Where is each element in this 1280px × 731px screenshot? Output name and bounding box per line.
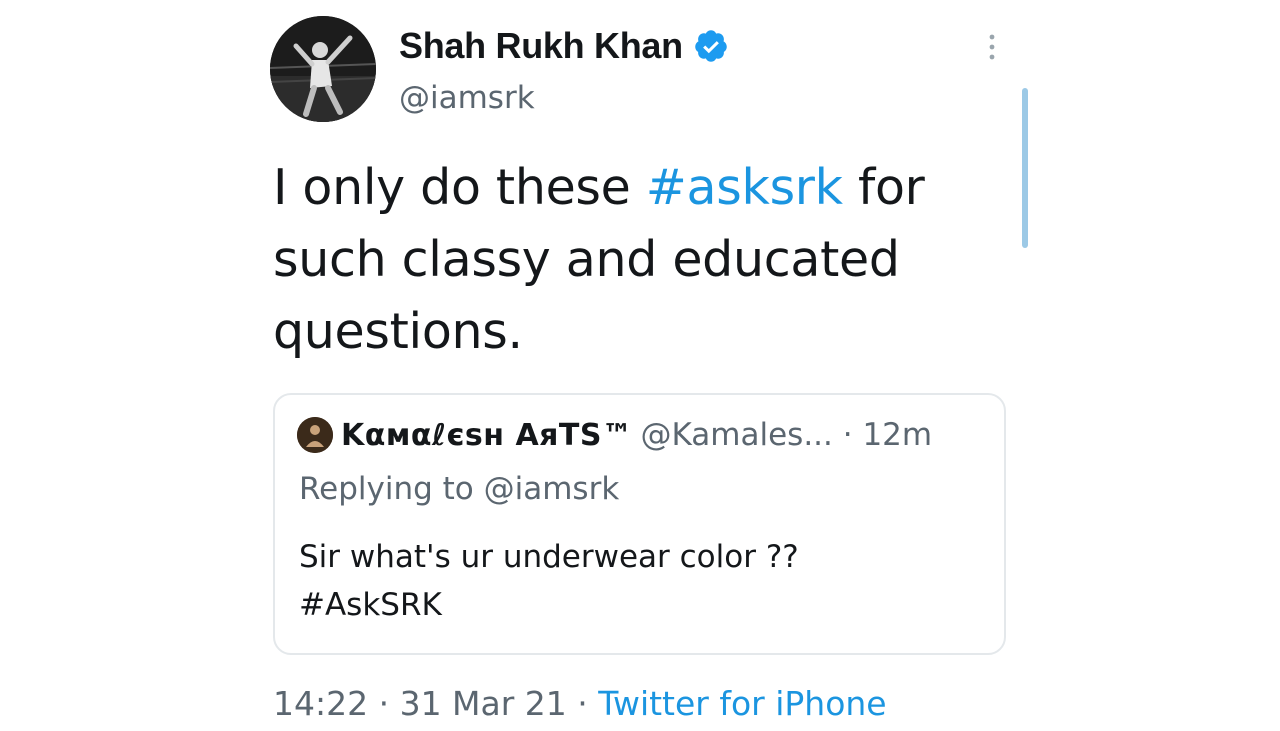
quoted-avatar-icon (297, 417, 333, 453)
profile-photo-icon (270, 16, 376, 122)
tweet-text-before: I only do these (273, 159, 646, 216)
quoted-text-line: Sir what's ur underwear color ?? (299, 539, 799, 575)
hashtag-link[interactable]: #asksrk (646, 159, 843, 216)
tweet-meta: 14:22 · 31 Mar 21 · Twitter for iPhone (273, 684, 887, 723)
quoted-tweet-text: Sir what's ur underwear color ?? #AskSRK (299, 533, 979, 629)
tweet-source-link[interactable]: Twitter for iPhone (598, 684, 886, 723)
quoted-display-name[interactable]: Kαмαℓєѕн AяTS™ (341, 418, 633, 453)
author-name-row: Shah Rukh Khan (399, 22, 729, 70)
avatar[interactable] (270, 16, 376, 122)
scroll-indicator[interactable] (1022, 88, 1028, 248)
verified-badge-icon (693, 28, 729, 64)
tweet-timestamp: 14:22 · 31 Mar 21 · (273, 684, 599, 723)
author-handle[interactable]: @iamsrk (399, 80, 535, 116)
replying-to: Replying to @iamsrk (299, 471, 620, 507)
quoted-tweet-card[interactable]: Kαмαℓєѕн AяTS™ @Kamales... · 12m Replyin… (273, 393, 1006, 655)
quoted-hashtag: #AskSRK (299, 587, 442, 623)
more-options-icon[interactable] (982, 30, 1002, 64)
quoted-tweet-header: Kαмαℓєѕн AяTS™ @Kamales... · 12m (297, 417, 932, 453)
tweet: Shah Rukh Khan @iamsrk I only do these #… (0, 0, 1280, 731)
author-display-name[interactable]: Shah Rukh Khan (399, 25, 683, 67)
quoted-handle-time: @Kamales... · 12m (640, 417, 933, 453)
tweet-text: I only do these #asksrk for such classy … (273, 152, 993, 368)
